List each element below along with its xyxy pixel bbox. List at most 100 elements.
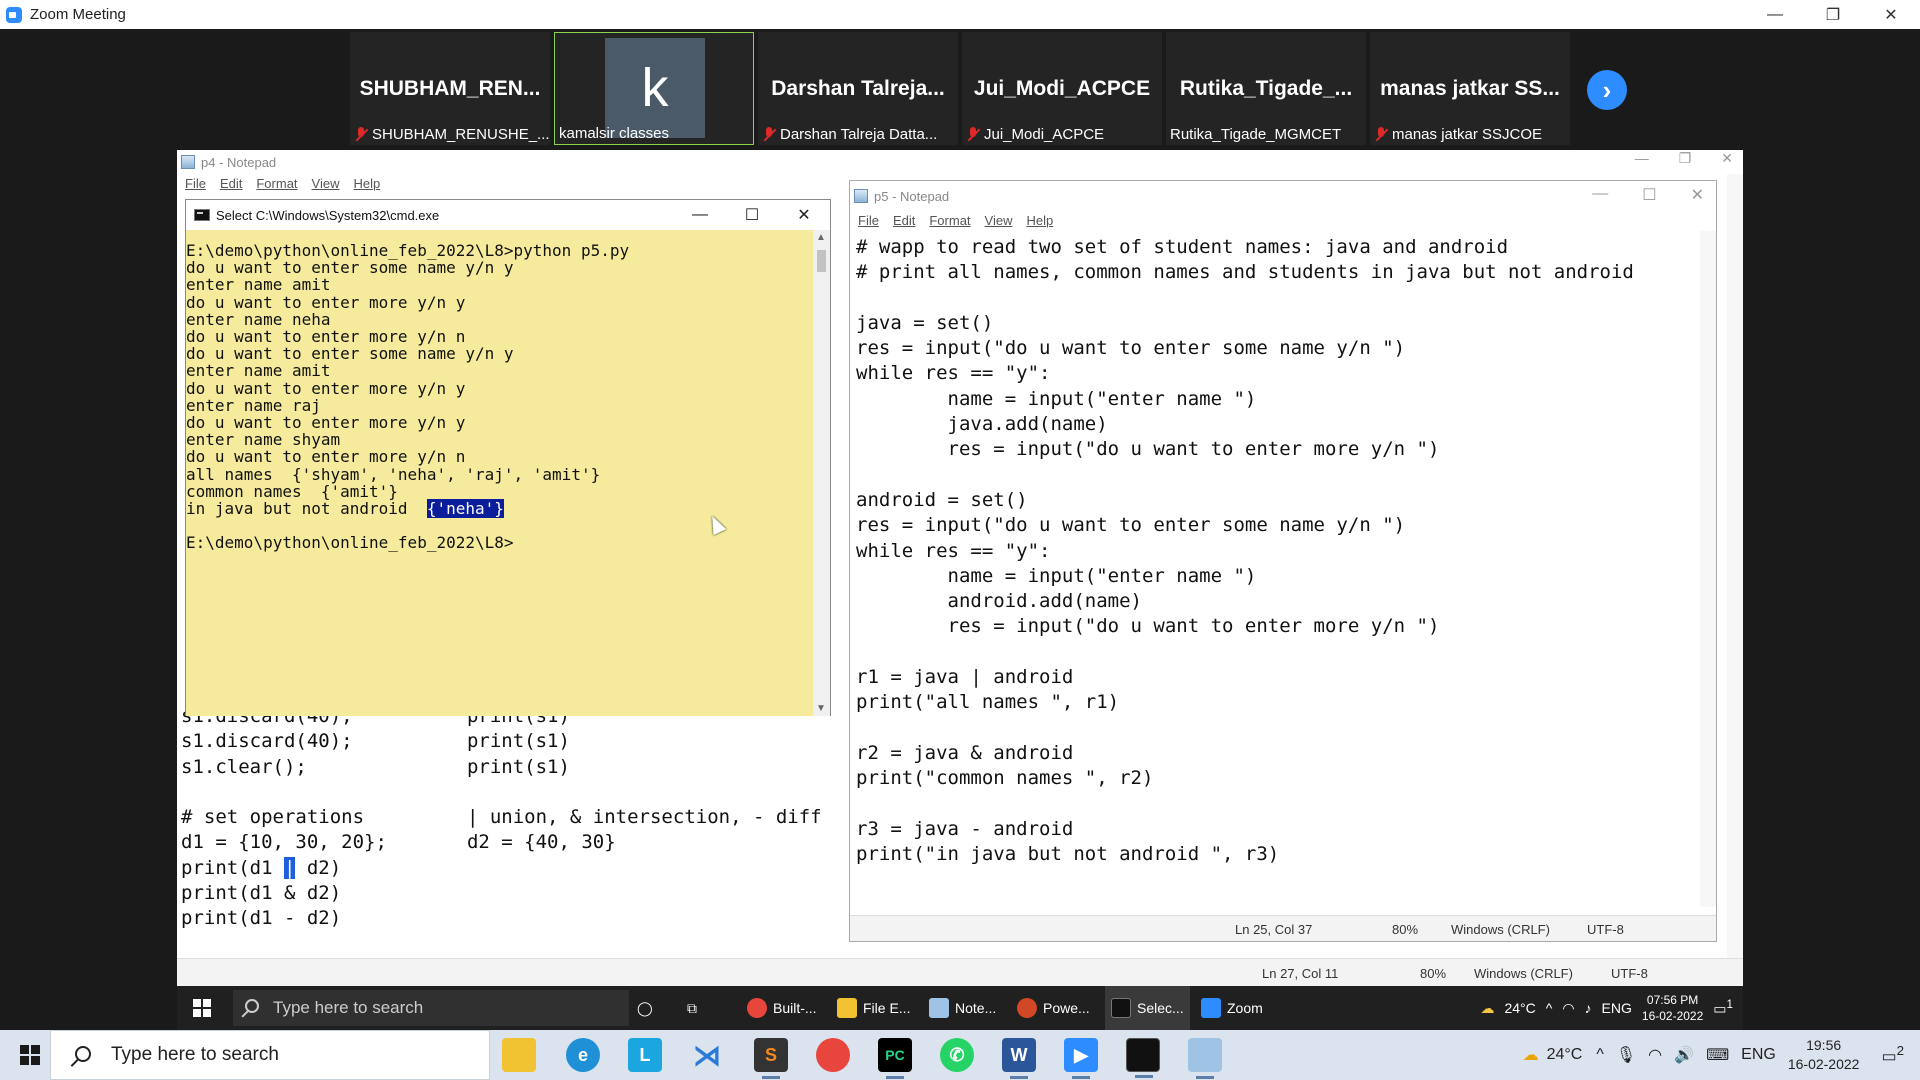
cmd-scrollbar[interactable]: ▲ ▼ xyxy=(813,230,830,716)
cmd-icon[interactable] xyxy=(1126,1038,1160,1078)
scroll-thumb[interactable] xyxy=(817,250,826,272)
code-line: res = input("do u want to enter more y/n… xyxy=(856,615,1440,638)
menu-view[interactable]: View xyxy=(985,213,1013,228)
chevron-up-icon[interactable]: ^ xyxy=(1596,1046,1604,1064)
notepad-icon xyxy=(181,155,195,169)
minimize-button[interactable]: — xyxy=(1635,150,1649,167)
participant-tile[interactable]: Rutika_Tigade_... Rutika_Tigade_MGMCET xyxy=(1166,32,1366,145)
participant-tile[interactable]: manas jatkar SS... manas jatkar SSJCOE xyxy=(1370,32,1570,145)
maximize-button[interactable]: ☐ xyxy=(1642,185,1656,205)
taskbar-app-notepad[interactable]: Note... xyxy=(929,986,996,1030)
participant-label: kamalsir classes xyxy=(559,125,670,142)
word-icon[interactable]: W xyxy=(1002,1038,1036,1079)
chevron-up-icon[interactable]: ^ xyxy=(1546,1000,1553,1016)
scroll-down-icon[interactable]: ▼ xyxy=(816,703,826,714)
l-app-icon[interactable]: L xyxy=(628,1038,662,1072)
participant-tile[interactable]: Jui_Modi_ACPCE Jui_Modi_ACPCE xyxy=(962,32,1162,145)
whatsapp-icon[interactable]: ✆ xyxy=(940,1038,974,1072)
vscode-icon[interactable]: ⋊ xyxy=(690,1038,724,1072)
menu-edit[interactable]: Edit xyxy=(220,176,242,196)
network-icon[interactable]: ◠ xyxy=(1648,1045,1662,1065)
menu-file[interactable]: File xyxy=(858,213,879,228)
code-line: res = input("do u want to enter some nam… xyxy=(856,337,1406,360)
search-box[interactable]: Type here to search xyxy=(50,1030,490,1080)
taskbar-app-chrome[interactable]: Built-... xyxy=(747,986,817,1030)
code-line: res = input("do u want to enter some nam… xyxy=(856,514,1406,537)
sublime-text-icon[interactable]: S xyxy=(754,1038,788,1079)
restore-button[interactable]: ❐ xyxy=(1679,150,1692,167)
language-indicator[interactable]: ENG xyxy=(1602,1000,1632,1016)
chrome-icon xyxy=(747,998,767,1018)
maximize-button[interactable]: ☐ xyxy=(726,200,778,230)
powerpoint-icon xyxy=(1017,998,1037,1018)
file-explorer-icon[interactable] xyxy=(502,1038,536,1072)
zoom-icon[interactable]: ▶ xyxy=(1064,1038,1098,1079)
participant-tile[interactable]: SHUBHAM_REN... SHUBHAM_RENUSHE_... xyxy=(350,32,550,145)
keyboard-icon[interactable]: ⌨ xyxy=(1706,1045,1729,1065)
menu-format[interactable]: Format xyxy=(929,213,970,228)
minimize-button[interactable]: — xyxy=(1746,0,1804,29)
taskbar-app-zoom[interactable]: Zoom xyxy=(1201,986,1263,1030)
close-button[interactable]: ✕ xyxy=(1721,150,1733,167)
volume-icon[interactable]: ♪ xyxy=(1585,1000,1592,1016)
participant-tile[interactable]: Darshan Talreja... Darshan Talreja Datta… xyxy=(758,32,958,145)
pycharm-icon[interactable]: PC xyxy=(878,1038,912,1079)
menu-format[interactable]: Format xyxy=(256,176,297,196)
next-page-arrow-icon[interactable]: › xyxy=(1587,70,1627,110)
restore-button[interactable]: ❐ xyxy=(1804,0,1862,29)
menu-help[interactable]: Help xyxy=(353,176,380,196)
menu-edit[interactable]: Edit xyxy=(893,213,915,228)
weather-icon[interactable]: ☁ xyxy=(1480,1000,1494,1017)
p5-scrollbar[interactable] xyxy=(1700,231,1716,907)
notepad-icon[interactable] xyxy=(1188,1038,1222,1079)
remote-search-box[interactable]: Type here to search xyxy=(233,990,629,1026)
close-button[interactable]: ✕ xyxy=(1862,0,1920,29)
participant-tile-active-speaker[interactable]: k kamalsir classes xyxy=(554,32,754,145)
clock[interactable]: 07:56 PM 16-02-2022 xyxy=(1642,992,1703,1024)
language-indicator[interactable]: ENG xyxy=(1741,1046,1776,1064)
code-line: while res == "y": xyxy=(856,539,1051,562)
taskbar-app-file-explorer[interactable]: File E... xyxy=(837,986,910,1030)
volume-icon[interactable]: 🔊 xyxy=(1674,1045,1694,1065)
cmd-title: Select C:\Windows\System32\cmd.exe xyxy=(216,207,440,223)
avatar: k xyxy=(605,38,705,138)
code-line: name = input("enter name ") xyxy=(856,564,1257,587)
task-view-icon[interactable]: ⧉ xyxy=(687,986,717,1030)
close-button[interactable]: ✕ xyxy=(778,200,830,230)
participant-name: Jui_Modi_ACPCE xyxy=(973,77,1151,100)
notification-icon[interactable]: ▭2 xyxy=(1881,1043,1904,1066)
clock[interactable]: 19:56 16-02-2022 xyxy=(1788,1036,1860,1074)
minimize-button[interactable]: — xyxy=(1592,185,1608,205)
console-line: enter name neha xyxy=(186,309,331,329)
wifi-icon[interactable]: ◠ xyxy=(1562,1000,1574,1017)
code-line: s1.clear(); print(s1) xyxy=(181,755,570,778)
p5-editor[interactable]: # wapp to read two set of student names:… xyxy=(856,235,1634,867)
edge-icon[interactable]: e xyxy=(566,1038,600,1072)
menu-help[interactable]: Help xyxy=(1026,213,1053,228)
taskbar-app-powerpoint[interactable]: Powe... xyxy=(1017,986,1090,1030)
code-line: s1.discard(40); print(s1) xyxy=(181,730,570,753)
chrome-icon[interactable] xyxy=(816,1038,850,1072)
scroll-up-icon[interactable]: ▲ xyxy=(816,232,826,243)
muted-mic-icon xyxy=(762,126,776,143)
cortana-icon[interactable]: ◯ xyxy=(637,986,667,1030)
minimize-button[interactable]: — xyxy=(674,200,726,230)
code-line: android = set() xyxy=(856,488,1028,511)
menu-file[interactable]: File xyxy=(185,176,206,196)
taskbar-app-cmd[interactable]: Selec... xyxy=(1105,986,1190,1030)
weather-icon[interactable]: ☁ xyxy=(1523,1045,1539,1065)
notepad-icon xyxy=(929,998,949,1018)
code-line: java = set() xyxy=(856,311,994,334)
windows-start-icon[interactable] xyxy=(20,1045,40,1065)
notification-icon[interactable]: ▭1 xyxy=(1713,998,1733,1018)
microphone-icon[interactable]: 🎙 xyxy=(1616,1045,1636,1065)
close-button[interactable]: ✕ xyxy=(1691,185,1704,205)
notepad-icon xyxy=(854,189,868,203)
menu-view[interactable]: View xyxy=(312,176,340,196)
participant-label: Rutika_Tigade_MGMCET xyxy=(1170,126,1342,143)
cmd-console[interactable]: E:\demo\python\online_feb_2022\L8>python… xyxy=(186,230,814,716)
p4-scrollbar[interactable] xyxy=(1727,174,1743,958)
p4-editor[interactable]: s1.discard(40); print(s1) s1.discard(40);… xyxy=(181,704,822,932)
windows-start-icon[interactable] xyxy=(193,999,211,1017)
